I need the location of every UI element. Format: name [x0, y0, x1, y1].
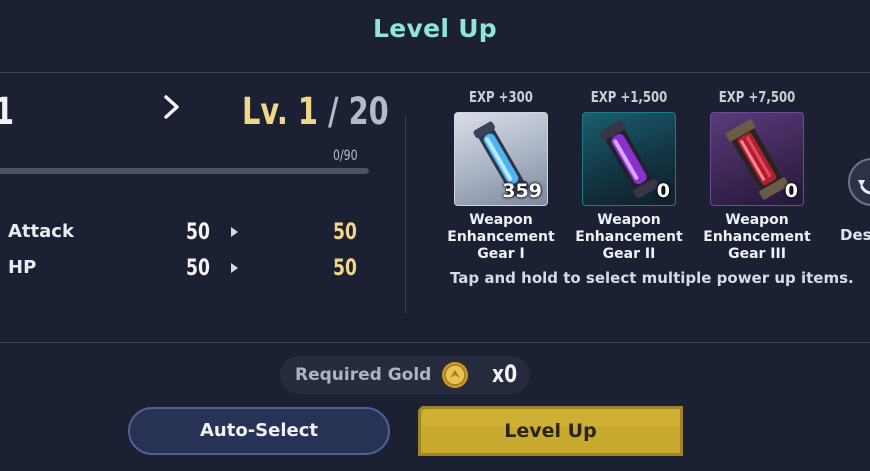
refresh-button[interactable] — [848, 158, 870, 206]
required-gold-amount: x0 — [492, 360, 518, 388]
item-exp-label: EXP +1,500 — [590, 88, 668, 106]
side-button-label: Des — [840, 226, 870, 244]
current-level: 1 — [0, 90, 20, 133]
stat-arrow-icon — [231, 227, 238, 237]
top-divider — [0, 72, 870, 73]
item-gear-2[interactable]: EXP +1,500 0 Weapon Enhancement Gear II — [564, 88, 694, 263]
item-gear-1[interactable]: EXP +300 359 Weapon Enhancement Gear I — [436, 88, 566, 263]
item-name: Weapon Enhancement Gear III — [703, 212, 811, 262]
page-title: Level Up — [372, 14, 497, 43]
selection-hint: Tap and hold to select multiple power up… — [450, 269, 854, 287]
exp-progress-bar — [0, 168, 369, 174]
item-name: Weapon Enhancement Gear II — [575, 212, 683, 262]
stat-hp-current: 50 — [186, 256, 210, 281]
stat-attack-label: Attack — [8, 221, 74, 242]
item-card[interactable]: 359 — [454, 112, 548, 206]
stat-attack-next: 50 — [333, 220, 357, 245]
panel-divider — [405, 115, 406, 313]
bottom-divider — [0, 342, 870, 343]
exp-counter: 0/90 — [333, 148, 358, 164]
item-count: 0 — [656, 180, 670, 202]
stat-arrow-icon — [231, 263, 238, 273]
item-count: 0 — [784, 180, 798, 202]
next-level: Lv. 1 / 20 — [242, 90, 389, 133]
item-name: Weapon Enhancement Gear I — [447, 212, 555, 262]
refresh-icon — [858, 180, 870, 195]
required-gold-label: Required Gold — [295, 365, 432, 385]
item-card[interactable]: 0 — [710, 112, 804, 206]
item-exp-label: EXP +300 — [469, 88, 533, 106]
item-count: 359 — [502, 180, 542, 202]
gold-coin-icon — [442, 362, 468, 388]
item-card[interactable]: 0 — [582, 112, 676, 206]
item-gear-3[interactable]: EXP +7,500 0 Weapon Enhancement Gear III — [692, 88, 822, 263]
auto-select-button[interactable]: Auto-Select — [128, 407, 390, 455]
item-exp-label: EXP +7,500 — [718, 88, 796, 106]
stat-hp-next: 50 — [333, 256, 357, 281]
stat-attack-current: 50 — [186, 220, 210, 245]
chevron-right-icon — [164, 95, 179, 119]
level-up-button-label: Level Up — [504, 420, 597, 442]
stat-hp-label: HP — [8, 257, 37, 278]
